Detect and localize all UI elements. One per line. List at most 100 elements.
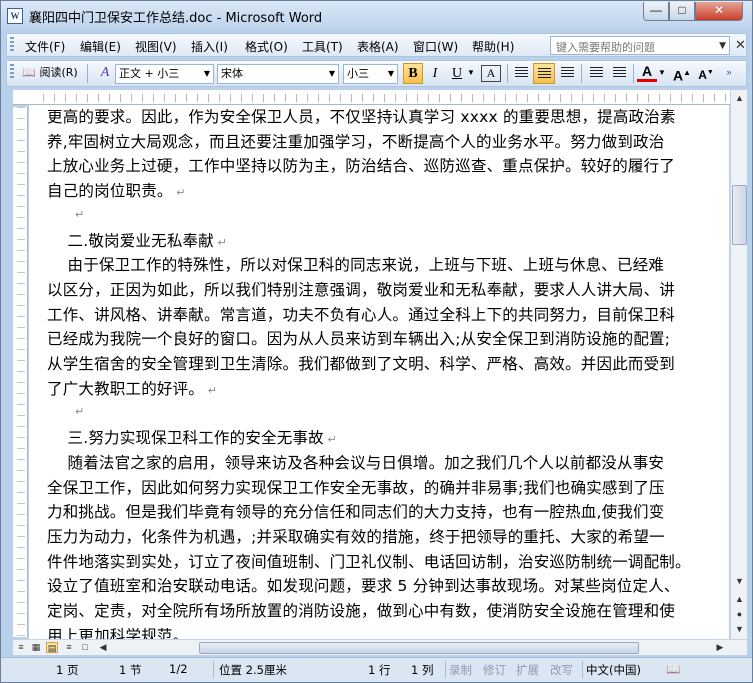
scroll-left-icon[interactable]: ◀	[97, 642, 109, 653]
menu-window[interactable]: 窗口(W)	[413, 38, 458, 55]
toolbar-options-icon[interactable]: »	[723, 63, 735, 84]
numbering-button[interactable]	[585, 63, 607, 84]
maximize-button[interactable]: □	[669, 2, 695, 21]
document-line[interactable]: 自己的岗位职责。 ↵	[47, 179, 186, 201]
scroll-down-icon[interactable]: ▼	[732, 573, 747, 589]
horizontal-scroll-thumb[interactable]	[199, 642, 639, 654]
menu-table[interactable]: 表格(A)	[357, 38, 399, 55]
underline-button[interactable]: U	[449, 63, 465, 84]
chevron-down-icon[interactable]: ▼	[719, 41, 726, 51]
line-text: 已经成为我院一个良好的窗口。因为从人员来访到车辆出入;从安全保卫到消防设施的配置…	[47, 330, 671, 349]
chevron-down-icon[interactable]: ▼	[385, 65, 397, 83]
document-close-icon[interactable]: ✕	[735, 37, 746, 53]
reading-layout-icon[interactable]: □	[79, 642, 91, 653]
document-line[interactable]: 设立了值班室和治安联动电话。如发现问题，要求 5 分钟到达事故现场。对某些岗位定…	[47, 574, 680, 596]
horizontal-ruler[interactable]	[13, 90, 733, 105]
scroll-up-icon[interactable]: ▲	[732, 90, 747, 106]
reading-layout-label: 阅读(R)	[39, 66, 78, 79]
align-center-button[interactable]	[533, 63, 555, 84]
chevron-down-icon[interactable]: ▼	[326, 65, 338, 83]
line-text: 随着法官之家的启用，领导来访及各种会议与日俱增。加之我们几个人以前都没从事安	[47, 453, 665, 472]
scroll-thumb[interactable]	[732, 185, 747, 245]
reading-layout-button[interactable]: 📖 阅读(R)	[19, 63, 81, 84]
align-right-button[interactable]	[556, 63, 578, 84]
menu-tools[interactable]: 工具(T)	[302, 38, 343, 55]
font-color-button[interactable]: A	[637, 63, 657, 82]
chevron-down-icon[interactable]: ▼	[657, 63, 667, 84]
spelling-status-icon[interactable]: 📖	[666, 662, 680, 676]
scroll-right-icon[interactable]: ▶	[714, 642, 726, 653]
paragraph-mark-icon: ↵	[75, 405, 85, 419]
document-line[interactable]: 用上更加科学规范。	[47, 624, 188, 639]
previous-page-icon[interactable]: ▲	[732, 591, 747, 607]
document-line[interactable]: 三.努力实现保卫科工作的安全无事故 ↵	[47, 426, 337, 448]
line-text: 全保卫工作，因此如何努力实现保卫工作安全无事故，的确并非易事;我们也确实感到了压	[47, 478, 665, 497]
document-line[interactable]: 二.敬岗爱业无私奉献 ↵	[47, 229, 227, 251]
vertical-ruler[interactable]	[13, 107, 28, 637]
normal-view-icon[interactable]: ≡	[15, 642, 27, 653]
status-rec[interactable]: 录制	[449, 662, 472, 678]
document-line[interactable]: 全保卫工作，因此如何努力实现保卫工作安全无事故，的确并非易事;我们也确实感到了压	[47, 476, 665, 498]
align-justify-button[interactable]	[510, 63, 532, 84]
document-line[interactable]: 定岗、定责，对全院所有场所放置的消防设施，做到心中有数，使消防安全设施在管理和使	[47, 599, 675, 621]
document-line[interactable]: 以区分，正因为如此，所以我们特别注意强调，敬岗爱业和无私奉献，要求人人讲大局、讲	[47, 278, 675, 300]
bold-button[interactable]: B	[403, 63, 423, 84]
menu-insert[interactable]: 插入(I)	[191, 38, 228, 55]
outline-view-icon[interactable]: ≡	[63, 642, 75, 653]
menu-edit[interactable]: 编辑(E)	[80, 38, 121, 55]
document-line[interactable]: 件件地落实到实处，订立了夜间值班制、门卫礼仪制、电话回访制，治安巡防制统一调配制…	[47, 550, 691, 572]
shrink-font-button[interactable]: A▼	[697, 63, 715, 84]
menu-format[interactable]: 格式(O)	[245, 38, 288, 55]
line-text: 养,牢固树立大局观念，而且还要注重加强学习，不断提高个人的业务水平。努力做到政治	[47, 132, 665, 151]
document-line[interactable]: ↵	[75, 204, 84, 222]
style-combo[interactable]: 正文 + 小三 ▼	[115, 64, 214, 84]
close-button[interactable]: ✕	[695, 2, 743, 21]
document-line[interactable]: 压力为动力，化条件为机遇，;并采取确实有效的措施，终于把领导的重托、大家的希望一	[47, 525, 665, 547]
chevron-down-icon[interactable]: ▼	[466, 63, 476, 84]
line-text: 上放心业务上过硬，工作中坚持以防为主，防治结合、巡防巡查、重点保护。较好的履行了	[47, 157, 676, 176]
italic-button[interactable]: I	[425, 63, 445, 84]
menu-grip[interactable]	[10, 37, 14, 53]
document-line[interactable]: 工作、讲风格、讲奉献。常言道，功夫不负有心人。通过全科上下的共同努力，目前保卫科	[47, 303, 675, 325]
document-page[interactable]: 更高的要求。因此，作为安全保卫人员，不仅坚持认真学习 xxxx 的重要思想，提高…	[29, 105, 729, 639]
minimize-button[interactable]: —	[643, 2, 669, 21]
web-layout-icon[interactable]: ▦	[30, 642, 42, 653]
word-doc-icon[interactable]: W	[7, 8, 23, 24]
view-bar: ≡ ▦ ▤ ≡ □ ◀ ▶	[13, 639, 747, 655]
toolbar-grip[interactable]	[10, 64, 14, 80]
grow-font-button[interactable]: A▲	[672, 63, 692, 84]
document-line[interactable]: 从学生宿舍的安全管理到卫生清除。我们都做到了文明、科学、严格、高效。并因此而受到	[47, 352, 675, 374]
document-line[interactable]: 更高的要求。因此，作为安全保卫人员，不仅坚持认真学习 xxxx 的重要思想，提高…	[47, 105, 676, 127]
status-ovr[interactable]: 改写	[550, 662, 573, 678]
align-center-icon	[537, 68, 551, 79]
font-size-combo[interactable]: 小三 ▼	[343, 64, 398, 84]
print-layout-icon[interactable]: ▤	[46, 642, 58, 653]
status-trk[interactable]: 修订	[483, 662, 506, 678]
document-line[interactable]: 力和挑战。但是我们毕竟有领导的充分信任和同志们的大力支持，也有一腔热血,使我们变	[47, 500, 664, 522]
next-page-icon[interactable]: ▼	[732, 621, 747, 637]
document-line[interactable]: 随着法官之家的启用，领导来访及各种会议与日俱增。加之我们几个人以前都没从事安	[47, 451, 664, 473]
word-window: W 襄阳四中门卫保安工作总结.doc - Microsoft Word — □ …	[0, 0, 753, 683]
line-text: 由于保卫工作的特殊性，所以对保卫科的同志来说，上班与下班、上班与休息、已经难	[47, 256, 665, 275]
styles-pane-icon[interactable]: A	[97, 63, 113, 84]
character-border-button[interactable]: A	[481, 65, 501, 82]
document-line[interactable]: 已经成为我院一个良好的窗口。因为从人员来访到车辆出入;从安全保卫到消防设施的配置…	[47, 327, 670, 349]
status-language[interactable]: 中文(中国)	[586, 662, 641, 678]
chevron-down-icon[interactable]: ▼	[201, 65, 213, 83]
document-line[interactable]: 养,牢固树立大局观念，而且还要注重加强学习，不断提高个人的业务水平。努力做到政治	[47, 130, 664, 152]
select-browse-object-icon[interactable]: ●	[732, 606, 747, 622]
book-icon: 📖	[22, 66, 36, 79]
font-combo[interactable]: 宋体 ▼	[217, 64, 339, 84]
status-ext[interactable]: 扩展	[516, 662, 539, 678]
menu-file[interactable]: 文件(F)	[25, 38, 65, 55]
menu-help[interactable]: 帮助(H)	[472, 38, 514, 55]
bullets-button[interactable]	[608, 63, 630, 84]
document-line[interactable]: 了广大教职工的好评。 ↵	[47, 377, 217, 399]
help-search-input[interactable]: 键入需要帮助的问题 ▼	[550, 36, 730, 55]
document-line[interactable]: ↵	[75, 401, 84, 419]
menu-view[interactable]: 视图(V)	[135, 38, 177, 55]
document-line[interactable]: 上放心业务上过硬，工作中坚持以防为主，防治结合、巡防巡查、重点保护。较好的履行了	[47, 154, 675, 176]
document-line[interactable]: 由于保卫工作的特殊性，所以对保卫科的同志来说，上班与下班、上班与休息、已经难	[47, 253, 664, 275]
vertical-scrollbar[interactable]: ▲ ▼ ▲ ● ▼	[730, 90, 747, 639]
grow-arrow-icon: ▲	[683, 68, 692, 77]
